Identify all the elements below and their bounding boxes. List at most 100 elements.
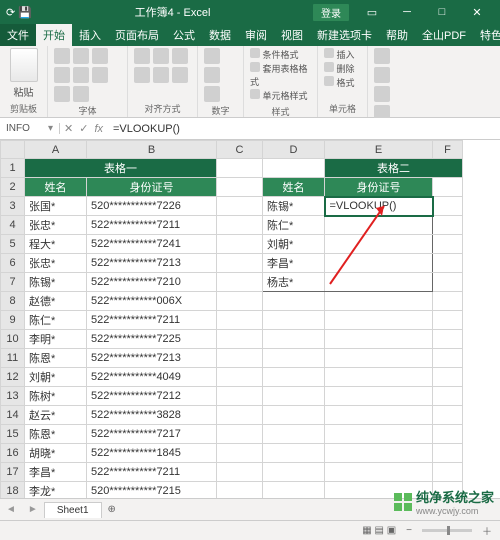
tab-5[interactable]: 审阅 <box>238 24 274 46</box>
cell[interactable]: 张忠* <box>25 216 87 235</box>
autosum-icon[interactable] <box>374 48 390 64</box>
cell[interactable] <box>433 406 463 425</box>
tab-1[interactable]: 插入 <box>72 24 108 46</box>
save-icon[interactable]: 💾 <box>18 6 32 19</box>
cell[interactable]: 522***********7210 <box>87 273 217 292</box>
align-bottom-icon[interactable] <box>172 48 188 64</box>
cell[interactable]: 522***********7211 <box>87 311 217 330</box>
cell[interactable]: 陈恩* <box>25 425 87 444</box>
cell[interactable]: 赵德* <box>25 292 87 311</box>
cell[interactable] <box>217 482 263 499</box>
cell[interactable]: 赵云* <box>25 406 87 425</box>
cell[interactable]: 身份证号 <box>87 178 217 197</box>
border-icon[interactable] <box>92 67 108 83</box>
align-top-icon[interactable] <box>134 48 150 64</box>
ribbon-options-icon[interactable]: ▭ <box>355 2 389 22</box>
tab-6[interactable]: 视图 <box>274 24 310 46</box>
cell[interactable]: 刘朝* <box>25 368 87 387</box>
cell[interactable]: 张忠* <box>25 254 87 273</box>
cell[interactable]: 胡晓* <box>25 444 87 463</box>
view-switch-icons[interactable]: ▦ ▤ ▣ <box>362 525 396 536</box>
row-header[interactable]: 11 <box>1 349 25 368</box>
cell[interactable] <box>217 463 263 482</box>
align-mid-icon[interactable] <box>153 48 169 64</box>
tab-4[interactable]: 数据 <box>202 24 238 46</box>
cell[interactable] <box>217 406 263 425</box>
cell[interactable]: 陈仁* <box>25 311 87 330</box>
cell[interactable]: 张国* <box>25 197 87 216</box>
cell[interactable] <box>263 406 325 425</box>
cell[interactable] <box>263 368 325 387</box>
cell[interactable]: 520***********7226 <box>87 197 217 216</box>
cell[interactable] <box>325 368 433 387</box>
cell[interactable] <box>217 292 263 311</box>
cell[interactable]: 李昌* <box>263 254 325 273</box>
tab-10[interactable]: 特色功能 <box>473 24 500 46</box>
cell[interactable] <box>433 425 463 444</box>
number-format-icon[interactable] <box>204 48 220 64</box>
cell[interactable] <box>325 330 433 349</box>
cell[interactable]: 522***********7213 <box>87 254 217 273</box>
row-header[interactable]: 2 <box>1 178 25 197</box>
add-sheet-icon[interactable]: ⊕ <box>102 504 122 515</box>
cell[interactable]: 陈锡* <box>25 273 87 292</box>
cell[interactable]: 陈树* <box>25 387 87 406</box>
cell[interactable]: 李明* <box>25 330 87 349</box>
login-button[interactable]: 登录 <box>313 4 349 21</box>
fill-color-icon[interactable] <box>54 86 70 102</box>
maximize-icon[interactable]: □ <box>425 2 459 22</box>
cell[interactable] <box>263 349 325 368</box>
cell[interactable] <box>217 387 263 406</box>
cell[interactable]: 522***********006X <box>87 292 217 311</box>
cell[interactable]: =VLOOKUP() <box>325 197 433 216</box>
cell[interactable] <box>325 349 433 368</box>
tab-file[interactable]: 文件 <box>0 24 36 46</box>
cell[interactable] <box>217 425 263 444</box>
cell[interactable]: 姓名 <box>25 178 87 197</box>
underline-icon[interactable] <box>73 67 89 83</box>
row-header[interactable]: 3 <box>1 197 25 216</box>
cell[interactable] <box>325 387 433 406</box>
cell[interactable] <box>217 349 263 368</box>
cell[interactable] <box>263 463 325 482</box>
cell[interactable] <box>433 349 463 368</box>
percent-icon[interactable] <box>204 67 220 83</box>
fill-icon[interactable] <box>374 67 390 83</box>
cell[interactable] <box>325 273 433 292</box>
conditional-format-button[interactable]: 条件格式 <box>250 48 311 62</box>
tab-0[interactable]: 开始 <box>36 24 72 46</box>
cell[interactable] <box>263 482 325 499</box>
cell[interactable] <box>433 216 463 235</box>
cell[interactable]: 522***********7217 <box>87 425 217 444</box>
name-box-dropdown-icon[interactable]: ▾ <box>48 123 53 134</box>
row-header[interactable]: 6 <box>1 254 25 273</box>
cell[interactable] <box>433 387 463 406</box>
sheet-nav-next-icon[interactable]: ► <box>22 504 44 515</box>
cell[interactable]: 表格二 <box>325 159 463 178</box>
cell[interactable] <box>217 368 263 387</box>
name-box[interactable]: INFO▾ <box>0 123 60 134</box>
row-header[interactable]: 4 <box>1 216 25 235</box>
cell[interactable] <box>217 273 263 292</box>
table-format-button[interactable]: 套用表格格式 <box>250 62 311 89</box>
cell[interactable] <box>263 444 325 463</box>
cell[interactable] <box>433 254 463 273</box>
zoom-in-icon[interactable]: ＋ <box>482 523 492 538</box>
row-header[interactable]: 9 <box>1 311 25 330</box>
row-header[interactable]: 1 <box>1 159 25 178</box>
sheet-tab[interactable]: Sheet1 <box>44 502 102 518</box>
cell[interactable] <box>325 406 433 425</box>
cell[interactable]: 陈仁* <box>263 216 325 235</box>
tab-2[interactable]: 页面布局 <box>108 24 166 46</box>
cell[interactable] <box>217 159 263 178</box>
font-name-icon[interactable] <box>54 48 70 64</box>
worksheet-grid[interactable]: A B C D E F 1表格一表格二2姓名身份证号姓名身份证号3张国*520*… <box>0 140 500 498</box>
zoom-out-icon[interactable]: − <box>406 525 412 536</box>
cell[interactable] <box>433 178 463 197</box>
cell[interactable] <box>433 197 463 216</box>
cell[interactable]: 522***********1845 <box>87 444 217 463</box>
cell[interactable] <box>263 330 325 349</box>
minimize-icon[interactable]: ─ <box>390 2 424 22</box>
cell[interactable]: 李昌* <box>25 463 87 482</box>
row-header[interactable]: 16 <box>1 444 25 463</box>
